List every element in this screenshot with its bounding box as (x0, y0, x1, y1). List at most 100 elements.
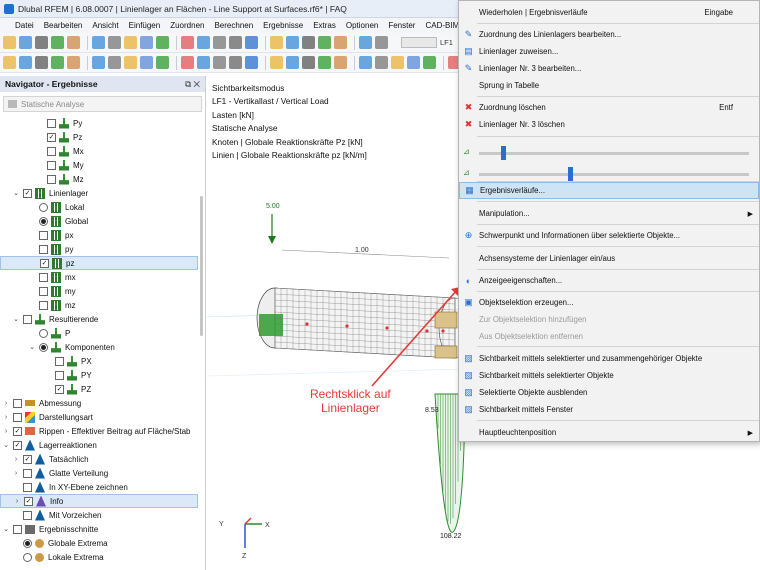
tree-item[interactable]: ⌄ ✓ Lagerreaktionen (0, 438, 198, 452)
slider-knob[interactable] (500, 146, 506, 160)
tree-item[interactable]: ⌄ Resultierende (0, 312, 198, 326)
toolbar-button-icon[interactable] (245, 56, 258, 69)
toolbar-button-icon[interactable] (140, 36, 153, 49)
context-menu-item[interactable]: ▨ Sichtbarkeit mittels Fenster (459, 401, 759, 418)
context-menu-item[interactable]: Achsensysteme der Linienlager ein/aus (459, 250, 759, 267)
menu-optionen[interactable]: Optionen (341, 21, 383, 30)
checkbox[interactable] (39, 272, 48, 282)
tree-item[interactable]: ⌄ Ergebnisschnitte (0, 522, 198, 536)
expand-chevron-icon[interactable]: › (2, 414, 10, 421)
tree-item[interactable]: mz (0, 298, 198, 312)
collapse-chevron-icon[interactable]: ⌄ (28, 343, 36, 351)
checkbox[interactable] (13, 524, 22, 534)
toolbar-button-icon[interactable] (156, 56, 169, 69)
toolbar-button-icon[interactable] (334, 56, 347, 69)
toolbar-button-icon[interactable] (67, 36, 80, 49)
tree-item[interactable]: ⌄ ✓ Linienlager (0, 186, 198, 200)
toolbar-button-icon[interactable] (407, 56, 420, 69)
toolbar-button-icon[interactable] (229, 36, 242, 49)
menu-ergebnisse[interactable]: Ergebnisse (258, 21, 308, 30)
collapse-chevron-icon[interactable]: ⌄ (12, 315, 20, 323)
tree-item[interactable]: mx (0, 270, 198, 284)
toolbar-button-icon[interactable] (108, 36, 121, 49)
context-menu-item[interactable]: Wiederholen | Ergebnisverläufe Eingabe (459, 4, 759, 21)
tree-item[interactable]: ⌄ Komponenten (0, 340, 198, 354)
toolbar-button-icon[interactable] (302, 56, 315, 69)
toolbar-button-icon[interactable] (213, 36, 226, 49)
toolbar-button-icon[interactable] (92, 56, 105, 69)
toolbar-button-icon[interactable] (3, 56, 16, 69)
expand-chevron-icon[interactable]: › (2, 400, 10, 407)
radio-button[interactable] (39, 216, 48, 226)
checkbox[interactable]: ✓ (13, 426, 22, 436)
checkbox[interactable] (39, 230, 48, 240)
context-menu-item[interactable]: ✎ Zuordnung des Linienlagers bearbeiten..… (459, 26, 759, 43)
context-menu-item[interactable]: ▨ Sichtbarkeit mittels selektierter Objek… (459, 367, 759, 384)
toolbar-button-icon[interactable] (359, 36, 372, 49)
checkbox[interactable] (13, 412, 22, 422)
menu-fenster[interactable]: Fenster (383, 21, 420, 30)
context-menu-item[interactable]: Manipulation... ▶ (459, 205, 759, 222)
toolbar-button-icon[interactable] (391, 56, 404, 69)
menu-einfügen[interactable]: Einfügen (124, 21, 166, 30)
toolbar-button-icon[interactable] (286, 36, 299, 49)
tree-item[interactable]: Global (0, 214, 198, 228)
radio-button[interactable] (39, 328, 48, 338)
tree-item[interactable]: ✓ PZ (0, 382, 198, 396)
radio-button[interactable] (23, 552, 32, 562)
collapse-chevron-icon[interactable]: ⌄ (2, 525, 10, 533)
checkbox[interactable] (23, 468, 32, 478)
expand-chevron-icon[interactable]: › (13, 498, 21, 505)
tree-item[interactable]: › ✓ Rippen - Effektiver Beitrag auf Fläche… (0, 424, 198, 438)
navigator-window-controls[interactable]: ⧉ ✕ (185, 79, 200, 90)
checkbox[interactable]: ✓ (23, 188, 32, 198)
tree-item[interactable]: › ✓ Info (0, 494, 198, 508)
toolbar-button-icon[interactable] (423, 56, 436, 69)
context-menu-item[interactable]: ✖ Linienlager Nr. 3 löschen (459, 116, 759, 133)
context-menu-item[interactable]: ✖ Zuordnung löschen Entf (459, 99, 759, 116)
toolbar-button-icon[interactable] (124, 56, 137, 69)
toolbar-button-icon[interactable] (156, 36, 169, 49)
tree-item[interactable]: Mz (0, 172, 198, 186)
toolbar-button-icon[interactable] (181, 36, 194, 49)
radio-button[interactable] (39, 202, 48, 212)
tree-item[interactable]: › Darstellungsart (0, 410, 198, 424)
slider-knob[interactable] (568, 167, 574, 181)
tree-item[interactable]: Py (0, 116, 198, 130)
tree-item[interactable]: Lokale Extrema (0, 550, 198, 564)
checkbox[interactable]: ✓ (47, 132, 56, 142)
checkbox[interactable] (39, 244, 48, 254)
context-menu-item[interactable]: ⊕ Schwerpunkt und Informationen über sele… (459, 227, 759, 244)
analysis-type-combo[interactable]: Statische Analyse (3, 96, 202, 112)
context-menu-item[interactable]: Hauptleuchtenposition ▶ (459, 424, 759, 441)
checkbox[interactable]: ✓ (40, 258, 49, 268)
toolbar-button-icon[interactable] (270, 36, 283, 49)
toolbar-button-icon[interactable] (19, 56, 32, 69)
collapse-chevron-icon[interactable]: ⌄ (12, 189, 20, 197)
checkbox[interactable] (55, 370, 64, 380)
checkbox[interactable] (47, 174, 56, 184)
tree-item[interactable]: My (0, 158, 198, 172)
expand-chevron-icon[interactable]: › (2, 428, 10, 435)
checkbox[interactable] (47, 118, 56, 128)
menu-zuordnen[interactable]: Zuordnen (165, 21, 209, 30)
checkbox[interactable]: ✓ (23, 454, 32, 464)
radio-button[interactable] (23, 538, 32, 548)
toolbar-button-icon[interactable] (245, 36, 258, 49)
toolbar-button-icon[interactable] (124, 36, 137, 49)
tree-item[interactable]: py (0, 242, 198, 256)
menu-extras[interactable]: Extras (308, 21, 341, 30)
checkbox[interactable]: ✓ (13, 440, 22, 450)
toolbar-button-icon[interactable] (51, 56, 64, 69)
context-slider-track[interactable] (479, 167, 749, 181)
checkbox[interactable] (47, 146, 56, 156)
checkbox[interactable] (23, 314, 32, 324)
toolbar-button-icon[interactable] (35, 56, 48, 69)
context-slider-track[interactable] (479, 146, 749, 160)
checkbox[interactable] (55, 356, 64, 366)
toolbar-button-icon[interactable] (181, 56, 194, 69)
menu-ansicht[interactable]: Ansicht (87, 21, 123, 30)
toolbar-button-icon[interactable] (92, 36, 105, 49)
toolbar-button-icon[interactable] (229, 56, 242, 69)
context-menu-item[interactable]: ▨ Selektierte Objekte ausblenden (459, 384, 759, 401)
